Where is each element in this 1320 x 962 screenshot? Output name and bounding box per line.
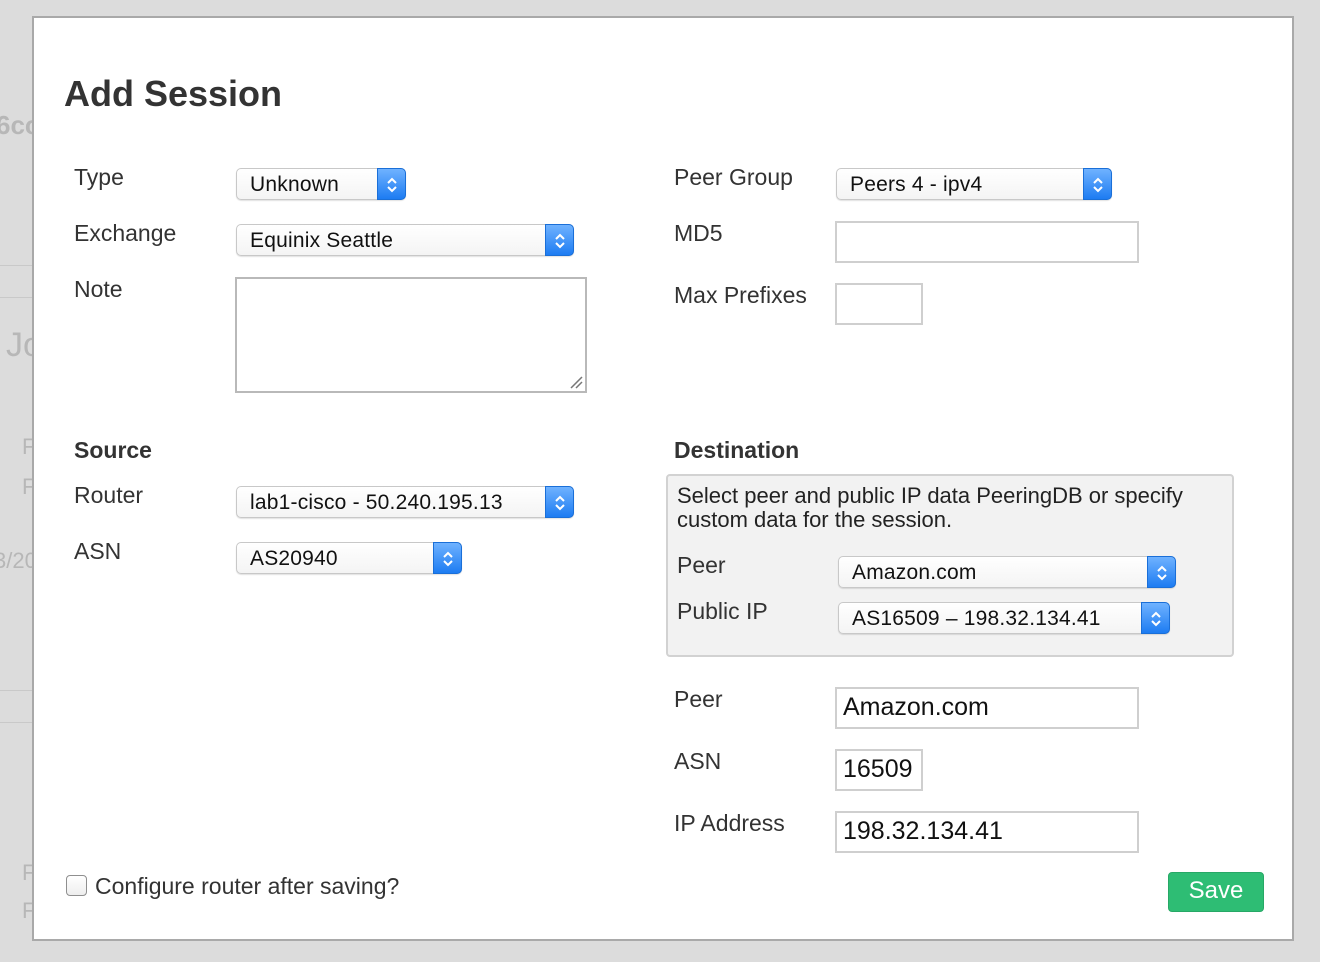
select-arrows-icon [433, 542, 462, 574]
exchange-select-value: Equinix Seattle [250, 229, 394, 252]
type-label: Type [74, 164, 124, 190]
peer-group-select[interactable]: Peers 4 - ipv4 [836, 168, 1112, 200]
router-label: Router [74, 482, 144, 508]
md5-label: MD5 [674, 220, 723, 246]
public-ip-label: Public IP [677, 598, 768, 624]
destination-asn-input[interactable]: 16509 [835, 749, 923, 791]
select-arrows-icon [1083, 168, 1112, 200]
configure-router-label[interactable]: Configure router after saving? [95, 872, 399, 900]
ip-address-label: IP Address [674, 810, 785, 836]
peer-input[interactable]: Amazon.com [835, 687, 1139, 729]
md5-input[interactable] [835, 221, 1139, 263]
select-arrows-icon [377, 168, 406, 200]
source-asn-label: ASN [74, 538, 122, 564]
exchange-label: Exchange [74, 220, 177, 246]
configure-router-checkbox[interactable] [66, 875, 87, 896]
peer-group-label: Peer Group [674, 164, 793, 190]
modal-title: Add Session [64, 73, 283, 114]
note-label: Note [74, 276, 123, 302]
add-session-modal: Add Session Type Unknown Exchange Equini… [32, 16, 1294, 941]
destination-asn-label: ASN [674, 748, 722, 774]
peer-select-value: Amazon.com [852, 561, 977, 584]
router-select-value: lab1-cisco - 50.240.195.13 [250, 491, 503, 514]
public-ip-select[interactable]: AS16509 – 198.32.134.41 [838, 602, 1170, 634]
select-arrows-icon [545, 486, 574, 518]
type-select-value: Unknown [250, 173, 339, 196]
max-prefixes-label: Max Prefixes [674, 282, 807, 308]
type-select[interactable]: Unknown [236, 168, 406, 200]
peer-select-label: Peer [677, 552, 726, 578]
ip-address-input[interactable]: 198.32.134.41 [835, 811, 1139, 853]
public-ip-select-value: AS16509 – 198.32.134.41 [852, 607, 1101, 630]
router-select[interactable]: lab1-cisco - 50.240.195.13 [236, 486, 574, 518]
resize-handle-icon[interactable] [569, 375, 583, 389]
note-textarea[interactable] [235, 277, 587, 393]
select-arrows-icon [545, 224, 574, 256]
peeringdb-lookup-panel: Select peer and public IP data PeeringDB… [666, 474, 1234, 657]
destination-help-text: Select peer and public IP data PeeringDB… [677, 483, 1183, 532]
destination-heading: Destination [674, 437, 800, 463]
save-button[interactable]: Save [1168, 872, 1264, 912]
select-arrows-icon [1147, 556, 1176, 588]
source-asn-select-value: AS20940 [250, 547, 338, 570]
exchange-select[interactable]: Equinix Seattle [236, 224, 574, 256]
max-prefixes-input[interactable] [835, 283, 923, 325]
source-heading: Source [74, 437, 152, 463]
peer-select[interactable]: Amazon.com [838, 556, 1176, 588]
select-arrows-icon [1141, 602, 1170, 634]
source-asn-select[interactable]: AS20940 [236, 542, 462, 574]
peer-group-select-value: Peers 4 - ipv4 [850, 173, 983, 196]
peer-label: Peer [674, 686, 723, 712]
